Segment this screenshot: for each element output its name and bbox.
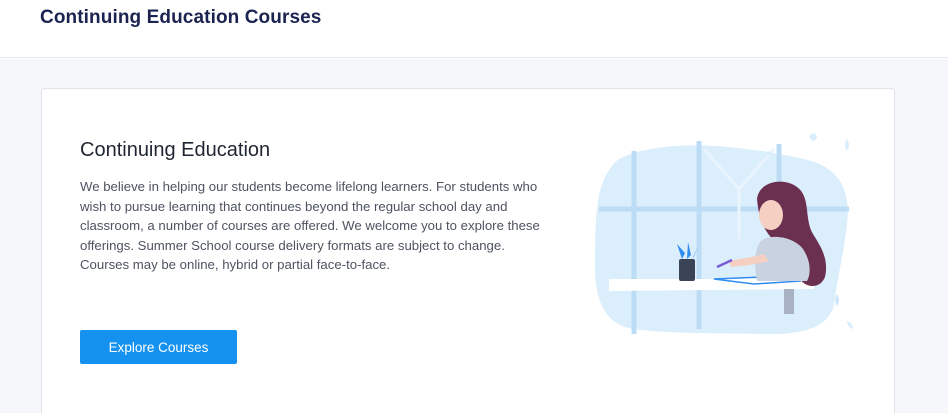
student-studying-illustration-icon <box>594 133 853 335</box>
card-description: We believe in helping our students becom… <box>80 179 540 273</box>
continuing-education-card: Continuing Education We believe in helpi… <box>41 88 895 413</box>
page-title: Continuing Education Courses <box>40 7 322 28</box>
page-header: Continuing Education Courses <box>0 0 948 58</box>
explore-courses-button[interactable]: Explore Courses <box>80 330 237 364</box>
card-heading: Continuing Education <box>80 139 271 161</box>
